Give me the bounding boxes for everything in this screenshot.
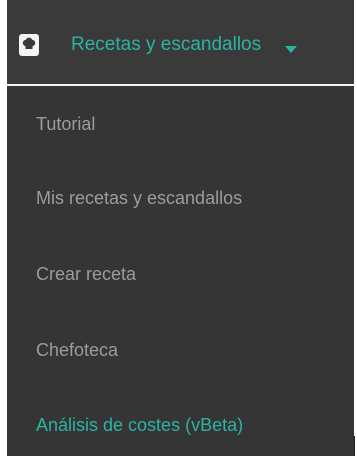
recipes-dropdown-toggle[interactable]: Recetas y escandallos xyxy=(71,33,261,57)
caret-down-icon[interactable] xyxy=(285,41,297,53)
menu-item-analisis-costes[interactable]: Análisis de costes (vBeta) xyxy=(36,413,243,437)
menu-item-mis-recetas[interactable]: Mis recetas y escandallos xyxy=(36,186,242,210)
dropdown-menu: Tutorial Mis recetas y escandallos Crear… xyxy=(7,86,354,456)
header-bar: Recetas y escandallos xyxy=(7,0,354,86)
chef-hat-icon xyxy=(19,34,39,56)
text-cursor xyxy=(354,436,355,456)
menu-item-tutorial[interactable]: Tutorial xyxy=(36,112,95,136)
menu-item-crear-receta[interactable]: Crear receta xyxy=(36,262,136,286)
page: Recetas y escandallos Tutorial Mis recet… xyxy=(0,0,357,460)
menu-item-chefoteca[interactable]: Chefoteca xyxy=(36,338,118,362)
